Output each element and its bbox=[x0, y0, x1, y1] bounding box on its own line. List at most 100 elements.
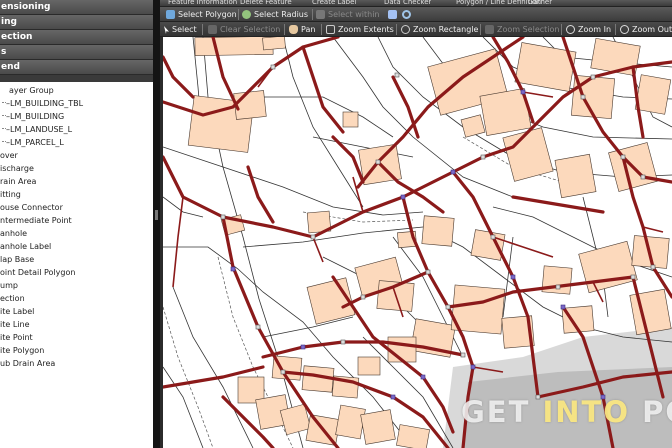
select-polygon-button[interactable]: Select Polygon bbox=[166, 7, 237, 21]
manhole-node[interactable] bbox=[620, 154, 626, 160]
accordion-section-header[interactable]: end bbox=[0, 60, 153, 75]
edit-toolbar-button[interactable]: Gather bbox=[528, 0, 552, 6]
accordion-section-header[interactable]: ection bbox=[0, 30, 153, 45]
house-connector-line bbox=[257, 66, 274, 88]
manhole-node[interactable] bbox=[400, 194, 406, 200]
layer-tree-item[interactable]: over bbox=[0, 149, 18, 162]
manhole-node[interactable] bbox=[560, 304, 566, 310]
layer-tree-item-label: ouse Connector bbox=[0, 203, 63, 212]
panel-splitter-handle[interactable] bbox=[155, 210, 158, 220]
accordion-section-header[interactable]: ensioning bbox=[0, 0, 153, 15]
manhole-node[interactable] bbox=[445, 304, 451, 310]
manhole-node[interactable] bbox=[280, 369, 286, 375]
manhole-node[interactable] bbox=[480, 154, 486, 160]
layer-tree-item[interactable]: ouse Connector bbox=[0, 201, 63, 214]
layer-tree-item[interactable]: ischarge bbox=[0, 162, 34, 175]
zoom-rectangle-button[interactable]: Zoom Rectangle bbox=[401, 22, 478, 36]
layer-tree-item[interactable]: ayer Group bbox=[9, 84, 54, 97]
manhole-node[interactable] bbox=[555, 284, 561, 290]
manhole-node[interactable] bbox=[450, 169, 456, 175]
layer-tree-item[interactable]: ite Polygon bbox=[0, 344, 44, 357]
zoom-selection-icon bbox=[485, 25, 494, 34]
manhole-node[interactable] bbox=[590, 74, 596, 80]
layer-tree-item[interactable]: anhole bbox=[0, 227, 27, 240]
layer-tree-item[interactable]: rain Area bbox=[0, 175, 36, 188]
select-tool-button[interactable]: Select bbox=[164, 22, 197, 36]
parcel-boundary-line bbox=[172, 286, 254, 448]
edit-toolbar-button[interactable]: Feature Information bbox=[168, 0, 237, 6]
manhole-node[interactable] bbox=[520, 89, 526, 95]
accordion-section-header[interactable]: s bbox=[0, 45, 153, 60]
building-polygon bbox=[634, 74, 672, 115]
manhole-node[interactable] bbox=[630, 274, 636, 280]
manhole-node[interactable] bbox=[340, 339, 346, 345]
manhole-node[interactable] bbox=[420, 374, 426, 380]
manhole-node[interactable] bbox=[390, 394, 396, 400]
road-edge-dashed bbox=[163, 306, 214, 448]
manhole-node[interactable] bbox=[270, 64, 276, 70]
layer-tree-item-label: ayer Group bbox=[9, 86, 54, 95]
house-connector-line bbox=[642, 226, 664, 233]
parcel-boundary-line bbox=[242, 226, 424, 248]
layer-tree-item[interactable]: ite Line bbox=[0, 318, 30, 331]
edit-toolbar-button[interactable]: Delete Feature bbox=[240, 0, 292, 6]
building-polygon bbox=[554, 153, 597, 199]
house-connector-line bbox=[312, 236, 324, 263]
edit-toolbar-button[interactable]: Data Checker bbox=[384, 0, 431, 6]
manhole-node[interactable] bbox=[360, 294, 366, 300]
manhole-node[interactable] bbox=[650, 264, 656, 270]
clear-selection-button[interactable]: Clear Selection bbox=[208, 22, 280, 36]
layer-tree-item-label: over bbox=[0, 151, 18, 160]
layer-tree-item[interactable]: ite Point bbox=[0, 331, 33, 344]
zoom-in-button[interactable]: Zoom In bbox=[566, 22, 611, 36]
manhole-node[interactable] bbox=[640, 174, 646, 180]
clear-selection-label: Clear Selection bbox=[220, 25, 281, 34]
house-connector-line bbox=[522, 91, 554, 98]
manhole-node[interactable] bbox=[230, 266, 236, 272]
layer-tree-item-label: –LM_BUILDING_TBL bbox=[6, 99, 84, 108]
layer-tree-item[interactable]: –LM_BUILDING_TBL bbox=[0, 97, 83, 110]
zoom-selection-button[interactable]: Zoom Selection bbox=[485, 22, 559, 36]
manhole-node[interactable] bbox=[510, 274, 516, 280]
layer-tree-item[interactable]: –LM_LANDUSE_L bbox=[0, 123, 72, 136]
magnifier-plus-icon bbox=[566, 25, 575, 34]
select-radius-button[interactable]: Select Radius bbox=[242, 7, 308, 21]
layer-tree-item[interactable]: ite Label bbox=[0, 305, 34, 318]
zoom-rectangle-label: Zoom Rectangle bbox=[413, 25, 479, 34]
manhole-node[interactable] bbox=[300, 344, 306, 350]
manhole-node[interactable] bbox=[460, 352, 466, 358]
layer-tree-item[interactable]: ub Drain Area bbox=[0, 357, 55, 370]
manhole-node[interactable] bbox=[375, 159, 381, 165]
accordion-sections: ensioning ing ection s end bbox=[0, 0, 153, 75]
manhole-node[interactable] bbox=[490, 234, 496, 240]
manhole-node[interactable] bbox=[394, 72, 400, 78]
edit-toolbar-button[interactable]: Create Label bbox=[312, 0, 356, 6]
layer-tree-item[interactable]: –LM_BUILDING bbox=[0, 110, 64, 123]
manhole-node[interactable] bbox=[580, 94, 586, 100]
gis-app-window: ensioning ing ection s end ayer Group –LM_BUI… bbox=[0, 0, 672, 448]
select-within-button[interactable]: Select within bbox=[316, 7, 380, 21]
building-polygon bbox=[421, 215, 455, 247]
select-mode-icon-1[interactable] bbox=[388, 7, 400, 21]
pan-button[interactable]: Pan bbox=[289, 22, 315, 36]
layer-tree-item[interactable]: ection bbox=[0, 292, 25, 305]
accordion-section-header[interactable]: ing bbox=[0, 15, 153, 30]
zoom-out-button[interactable]: Zoom Out bbox=[620, 22, 672, 36]
manhole-node[interactable] bbox=[470, 364, 476, 370]
layer-tree-item-label: ite Label bbox=[0, 307, 35, 316]
manhole-node[interactable] bbox=[310, 234, 316, 240]
layer-tree-item[interactable]: ump bbox=[0, 279, 18, 292]
layer-tree-item[interactable]: lap Base bbox=[0, 253, 34, 266]
layer-tree-item[interactable]: –LM_PARCEL_L bbox=[0, 136, 64, 149]
layer-tree-item[interactable]: itting bbox=[0, 188, 21, 201]
layer-tree-item[interactable]: oint Detail Polygon bbox=[0, 266, 75, 279]
building-polygon bbox=[396, 424, 430, 448]
layer-tree-item[interactable]: ntermediate Point bbox=[0, 214, 72, 227]
refresh-button[interactable] bbox=[402, 7, 414, 21]
manhole-node[interactable] bbox=[425, 269, 431, 275]
layer-tree-item[interactable]: anhole Label bbox=[0, 240, 51, 253]
zoom-extents-button[interactable]: Zoom Extents bbox=[326, 22, 394, 36]
manhole-node[interactable] bbox=[255, 324, 261, 330]
manhole-node[interactable] bbox=[220, 214, 226, 220]
map-canvas[interactable]: GET INTO PC bbox=[163, 37, 672, 448]
